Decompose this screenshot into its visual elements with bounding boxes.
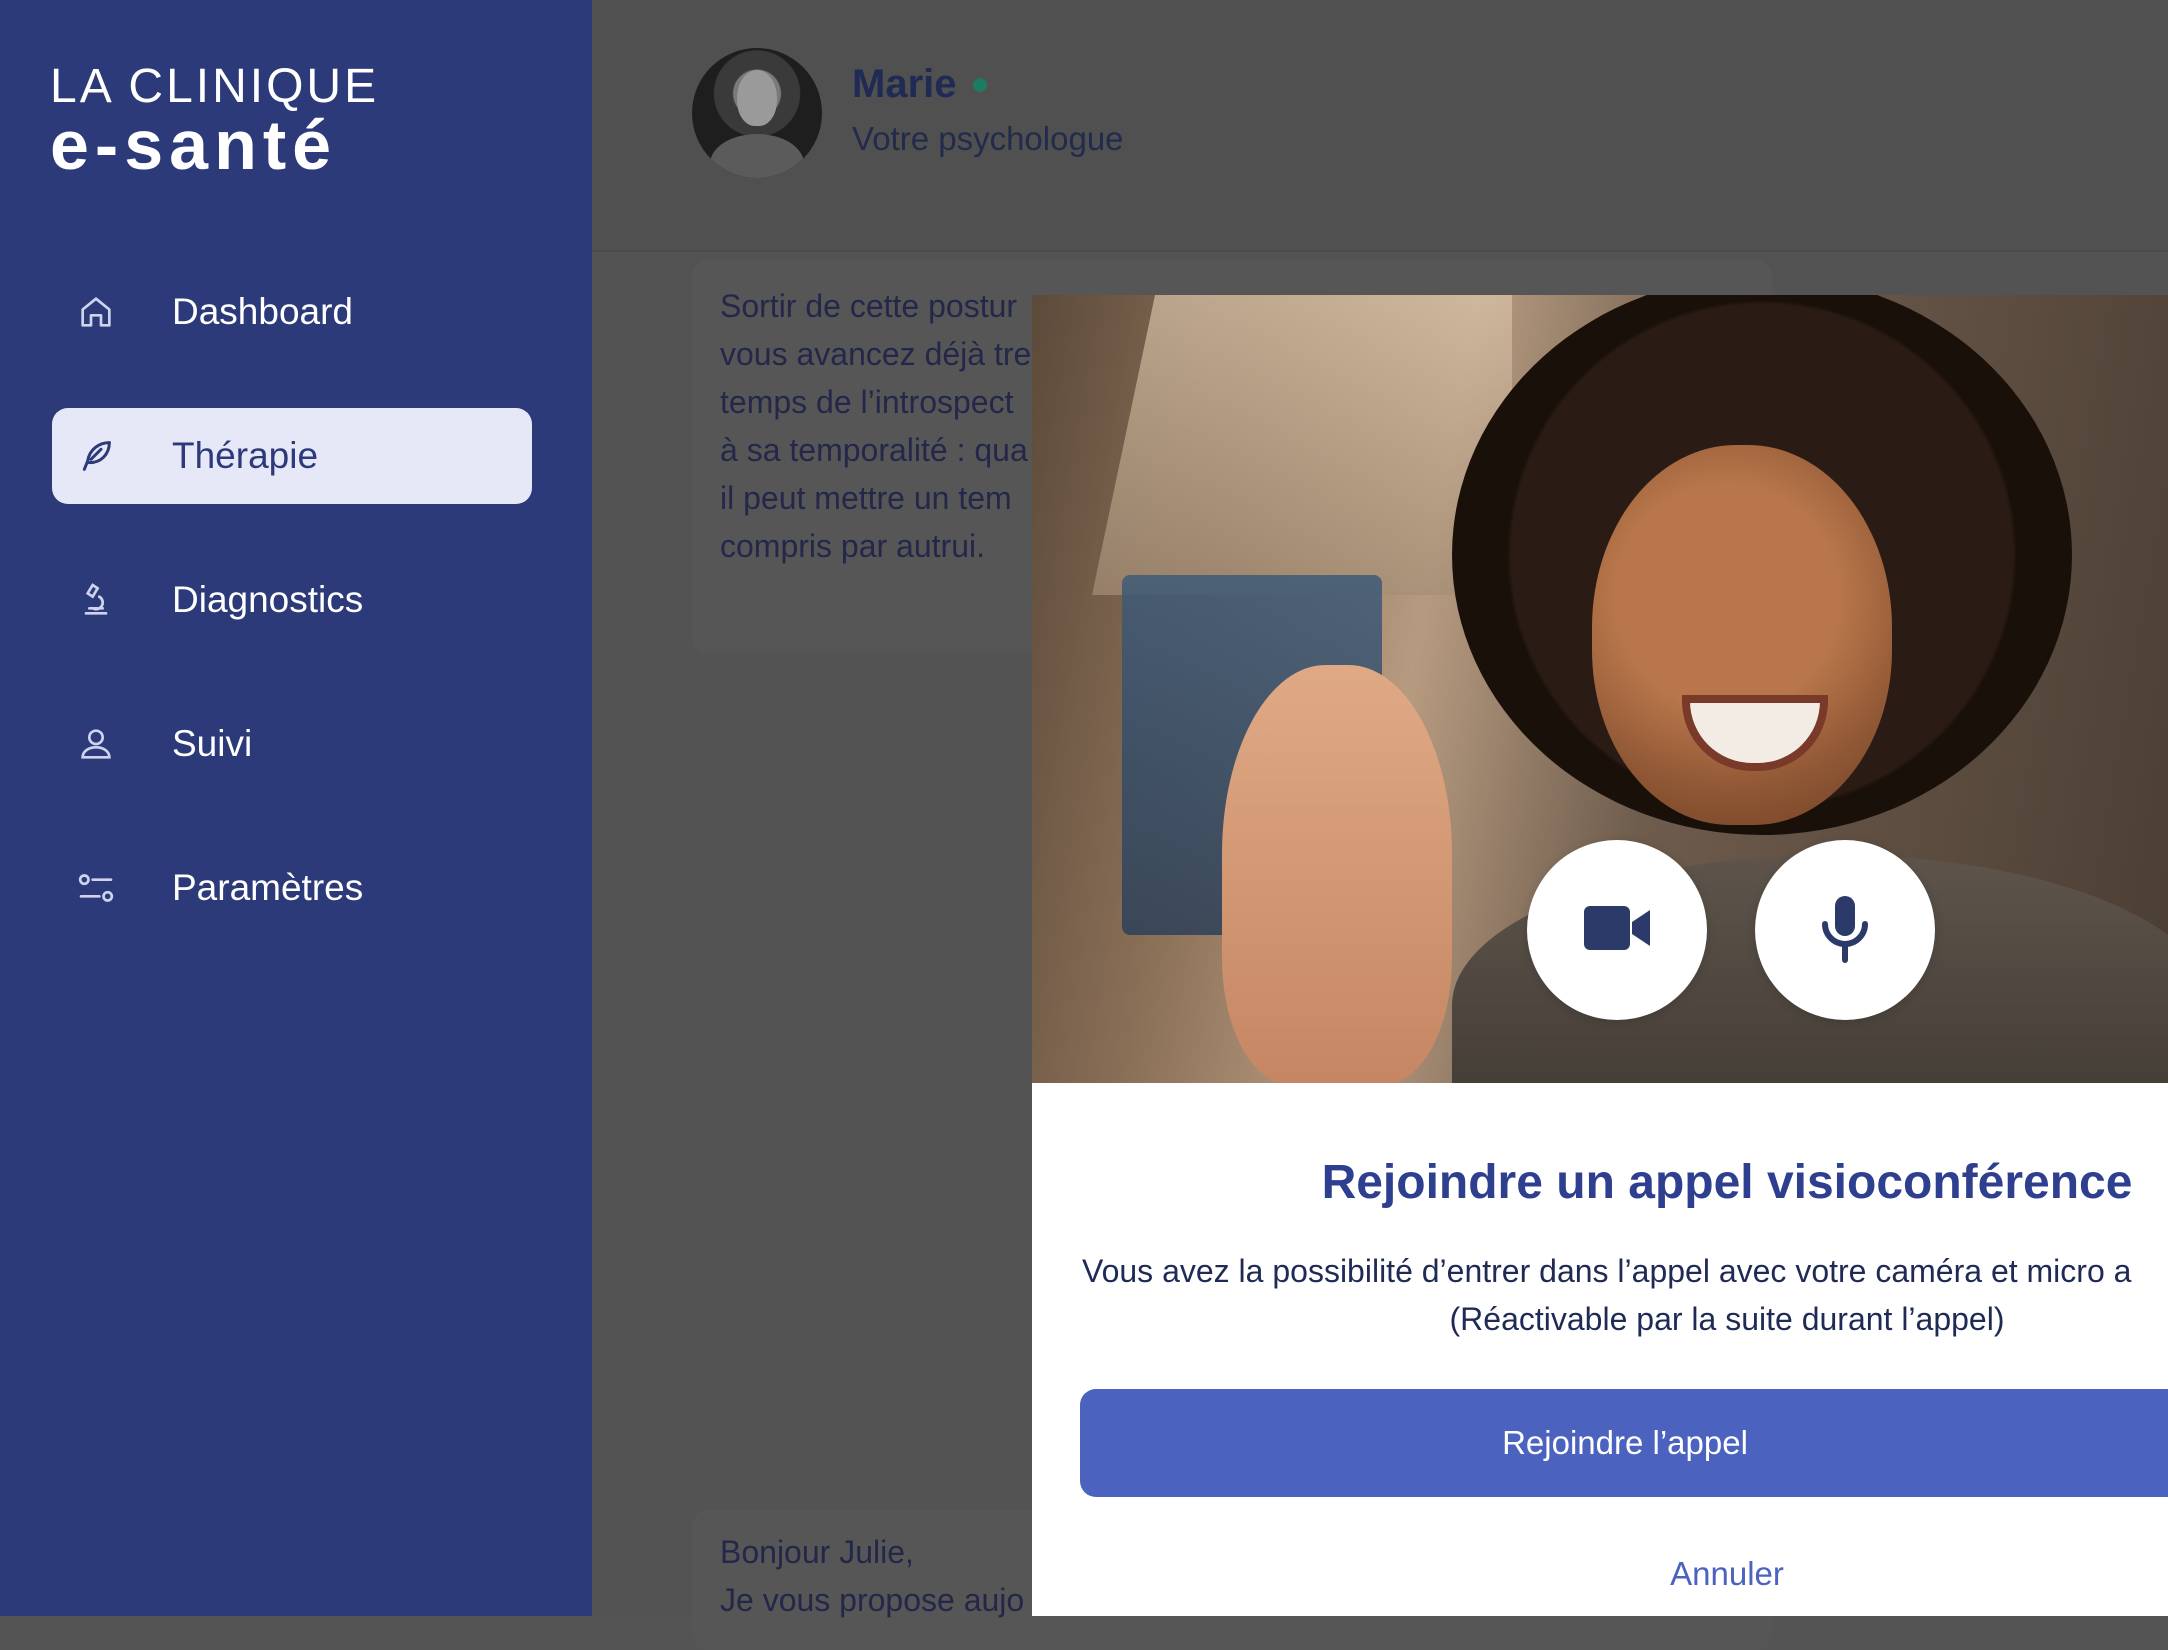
microscope-icon xyxy=(74,578,118,622)
avatar[interactable] xyxy=(692,48,822,178)
contact-role: Votre psychologue xyxy=(852,120,1124,157)
modal-title: Rejoindre un appel visioconférence xyxy=(1321,1156,2133,1209)
logo-line2: e-santé xyxy=(50,106,338,184)
sliders-icon xyxy=(74,866,118,910)
sidebar-item-dashboard[interactable]: Dashboard xyxy=(52,264,532,360)
message-text: Bonjour Julie, Je vous propose aujo xyxy=(720,1534,1025,1618)
join-call-label: Rejoindre l’appel xyxy=(1502,1424,1748,1461)
sidebar-item-label: Diagnostics xyxy=(172,579,364,620)
camera-toggle-button[interactable] xyxy=(1527,840,1707,1020)
modal-description-line2: (Réactivable par la suite durant l’appel… xyxy=(1449,1301,2005,1337)
sidebar-item-diagnostics[interactable]: Diagnostics xyxy=(52,552,532,648)
sidebar-item-therapie[interactable]: Thérapie xyxy=(52,408,532,504)
feather-icon xyxy=(74,434,118,478)
microphone-icon xyxy=(1819,892,1871,969)
join-call-button[interactable]: Rejoindre l’appel xyxy=(1080,1389,2168,1497)
video-call-modal: Rejoindre un appel visioconférence Vous … xyxy=(1032,295,2168,1616)
logo-line1: LA CLINIQUE xyxy=(50,60,380,113)
sidebar-item-parametres[interactable]: Paramètres xyxy=(52,840,532,936)
online-status-dot xyxy=(972,77,987,92)
modal-description-line1: Vous avez la possibilité d’entrer dans l… xyxy=(1082,1253,2132,1289)
chat-header: Marie Votre psychologue xyxy=(592,0,2168,252)
sidebar-item-label: Thérapie xyxy=(172,435,319,476)
sidebar-item-label: Paramètres xyxy=(172,867,364,908)
sidebar-item-label: Dashboard xyxy=(172,291,354,332)
microphone-toggle-button[interactable] xyxy=(1755,840,1935,1020)
sidebar-item-label: Suivi xyxy=(172,723,253,764)
video-camera-icon xyxy=(1582,900,1652,961)
message-text: Sortir de cette postur vous avancez déjà… xyxy=(720,288,1032,564)
user-icon xyxy=(74,722,118,766)
sidebar: LA CLINIQUE e-santé Dashboard Thérapie D… xyxy=(0,0,592,1616)
video-preview xyxy=(1032,295,2168,1083)
contact-name-text: Marie xyxy=(852,62,957,106)
modal-description: Vous avez la possibilité d’entrer dans l… xyxy=(1082,1247,2168,1343)
sidebar-item-suivi[interactable]: Suivi xyxy=(52,696,532,792)
logo[interactable]: LA CLINIQUE e-santé xyxy=(50,60,380,184)
home-icon xyxy=(74,290,118,334)
cancel-button[interactable]: Annuler xyxy=(1032,1555,2168,1593)
contact-name: Marie xyxy=(852,62,987,107)
